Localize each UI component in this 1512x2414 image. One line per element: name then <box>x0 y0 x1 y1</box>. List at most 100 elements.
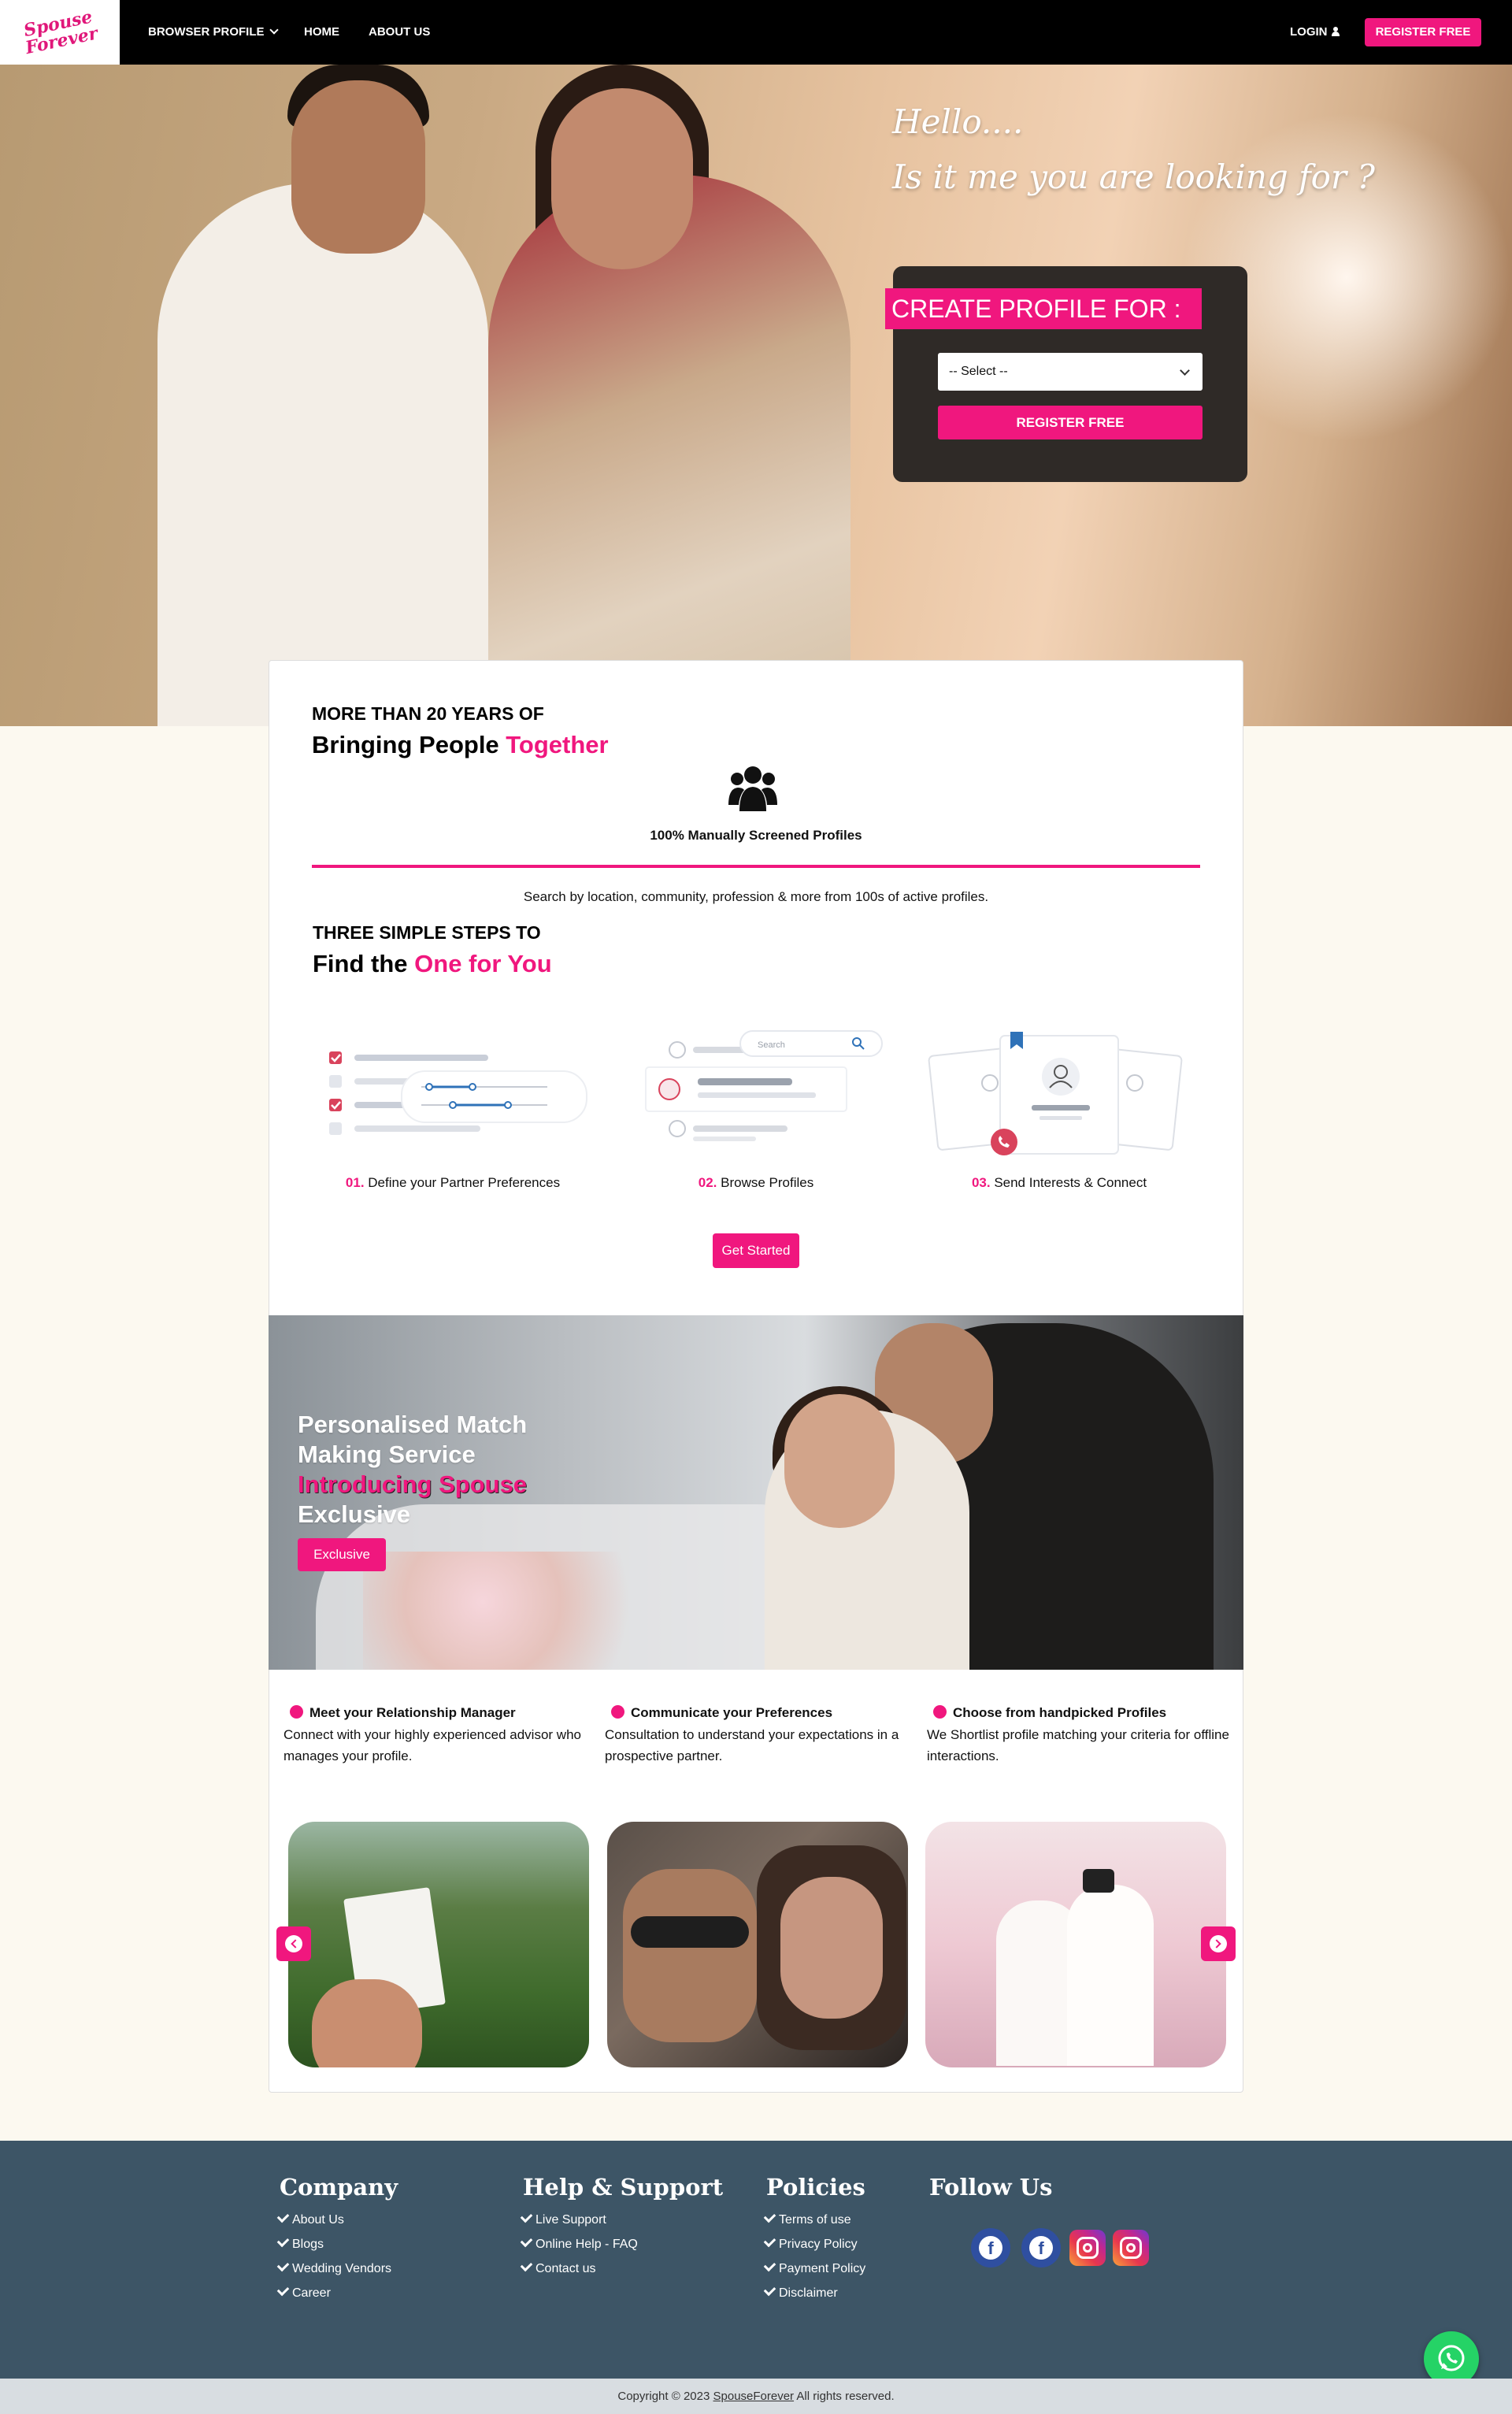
feature-2-desc: Consultation to understand your expectat… <box>605 1727 899 1763</box>
footer-link-text: Online Help - FAQ <box>536 2238 638 2251</box>
woman-face <box>780 1877 883 2019</box>
carousel-slide-ceremony <box>925 1822 1226 2067</box>
nav-login-label: LOGIN <box>1290 25 1328 39</box>
nav-browse-profile[interactable]: BROWSER PROFILE <box>148 0 279 65</box>
chevron-down-icon <box>1180 365 1190 376</box>
step-2-text: Browse Profiles <box>721 1175 814 1190</box>
check-icon <box>276 2283 290 2297</box>
step-3-text: Send Interests & Connect <box>994 1175 1147 1190</box>
chevron-down-icon <box>269 25 279 35</box>
bringing-people-heading: Bringing People Together <box>312 731 609 759</box>
exclusive-headline: Personalised Match Making Service Introd… <box>298 1410 527 1530</box>
check-icon <box>520 2234 533 2248</box>
logo[interactable]: Spouse Forever <box>0 0 120 65</box>
nav-home[interactable]: HOME <box>304 0 339 65</box>
footer-link-about-us[interactable]: About Us <box>276 2210 344 2227</box>
copyright-link[interactable]: SpouseForever <box>713 2390 795 2403</box>
man-face <box>623 1869 757 2042</box>
footer-link-live-support[interactable]: Live Support <box>520 2210 606 2227</box>
footer <box>0 2141 1512 2379</box>
footer-link-payment[interactable]: Payment Policy <box>763 2259 865 2276</box>
check-icon <box>276 2234 290 2248</box>
divider <box>312 865 1200 868</box>
groom-figure <box>158 183 488 726</box>
together-text: Together <box>506 731 609 758</box>
carousel-next-button[interactable] <box>1201 1926 1236 1961</box>
exclusive-line-3: Introducing Spouse <box>298 1470 528 1498</box>
feature-3-title: Choose from handpicked Profiles <box>927 1705 1242 1721</box>
find-the-text: Find the <box>313 950 415 977</box>
nav-about-us[interactable]: ABOUT US <box>369 0 430 65</box>
feature-1-title: Meet your Relationship Manager <box>284 1705 598 1721</box>
users-group-icon <box>728 766 777 811</box>
step-3-label: 03. Send Interests & Connect <box>917 1175 1201 1191</box>
step-3-number: 03. <box>971 1175 991 1190</box>
check-icon <box>763 2210 776 2223</box>
user-icon <box>1331 27 1340 36</box>
find-one-heading: Find the One for You <box>313 950 552 978</box>
register-free-button[interactable]: REGISTER FREE <box>1365 18 1481 46</box>
banner-bride-face <box>784 1394 895 1528</box>
footer-link-career[interactable]: Career <box>276 2283 331 2301</box>
get-started-button[interactable]: Get Started <box>713 1233 799 1268</box>
one-for-you-text: One for You <box>414 950 552 977</box>
instagram-icon[interactable] <box>1113 2230 1149 2266</box>
profile-for-select[interactable]: -- Select -- <box>938 353 1203 391</box>
feature-2-title-text: Communicate your Preferences <box>631 1705 833 1720</box>
footer-link-text: Wedding Vendors <box>292 2262 392 2275</box>
footer-link-wedding-vendors[interactable]: Wedding Vendors <box>276 2259 392 2276</box>
nav-login[interactable]: LOGIN <box>1290 0 1340 65</box>
bride-face <box>551 88 693 269</box>
connect-illustration <box>928 1032 1183 1155</box>
search-placeholder: Search <box>758 1040 785 1050</box>
songkok-hat <box>1083 1869 1114 1893</box>
bullet-dot-icon <box>611 1705 624 1719</box>
footer-follow-heading: Follow Us <box>929 2174 1053 2201</box>
footer-link-terms[interactable]: Terms of use <box>763 2210 851 2227</box>
screened-profiles-text: 100% Manually Screened Profiles <box>650 828 862 843</box>
footer-link-contact[interactable]: Contact us <box>520 2259 595 2276</box>
feature-3-title-text: Choose from handpicked Profiles <box>953 1705 1167 1720</box>
footer-link-privacy[interactable]: Privacy Policy <box>763 2234 858 2252</box>
step-1-label: 01. Define your Partner Preferences <box>311 1175 595 1191</box>
copyright-bar: Copyright © 2023 SpouseForever All right… <box>0 2379 1512 2414</box>
facebook-icon[interactable]: f <box>971 2228 1010 2268</box>
exclusive-line-2: Making Service <box>298 1441 476 1468</box>
exclusive-line-4: Exclusive <box>298 1500 411 1528</box>
feature-handpicked: Choose from handpicked Profiles We Short… <box>927 1705 1242 1767</box>
carousel-prev-button[interactable] <box>276 1926 311 1961</box>
profile-for-select-value: -- Select -- <box>949 365 1008 378</box>
bullet-dot-icon <box>933 1705 947 1719</box>
footer-link-text: Disclaimer <box>779 2286 838 2300</box>
facebook-glyph: f <box>979 2236 1002 2260</box>
step-1-text: Define your Partner Preferences <box>368 1175 561 1190</box>
copyright-prefix: Copyright © 2023 <box>617 2390 713 2403</box>
check-icon <box>763 2283 776 2297</box>
footer-company-heading: Company <box>280 2174 398 2201</box>
groom-outfit <box>1067 1885 1154 2066</box>
footer-link-faq[interactable]: Online Help - FAQ <box>520 2234 638 2252</box>
footer-policies-heading: Policies <box>766 2174 865 2201</box>
create-profile-label: CREATE PROFILE FOR : <box>885 288 1202 329</box>
carousel-slide-couple <box>607 1822 908 2067</box>
footer-link-blogs[interactable]: Blogs <box>276 2234 324 2252</box>
carousel-slide-invitation <box>288 1822 589 2067</box>
footer-link-text: Privacy Policy <box>779 2238 858 2251</box>
logo-text: Spouse Forever <box>21 6 100 59</box>
hero-register-free-button[interactable]: REGISTER FREE <box>938 406 1203 439</box>
feature-communicate: Communicate your Preferences Consultatio… <box>605 1705 920 1767</box>
hero-tagline: Hello.... Is it me you are looking for ? <box>892 95 1375 205</box>
step-1-number: 01. <box>345 1175 365 1190</box>
preferences-illustration <box>329 1051 587 1135</box>
footer-link-text: About Us <box>292 2213 344 2227</box>
hero-hello-text: Hello.... <box>892 102 1024 141</box>
facebook-icon[interactable]: f <box>1021 2228 1061 2268</box>
instagram-icon[interactable] <box>1069 2230 1106 2266</box>
footer-link-disclaimer[interactable]: Disclaimer <box>763 2283 838 2301</box>
exclusive-button[interactable]: Exclusive <box>298 1538 386 1571</box>
bride-figure <box>488 175 850 726</box>
years-kicker: MORE THAN 20 YEARS OF <box>312 703 544 724</box>
check-icon <box>520 2259 533 2272</box>
check-icon <box>276 2259 290 2272</box>
facebook-glyph: f <box>1029 2236 1053 2260</box>
